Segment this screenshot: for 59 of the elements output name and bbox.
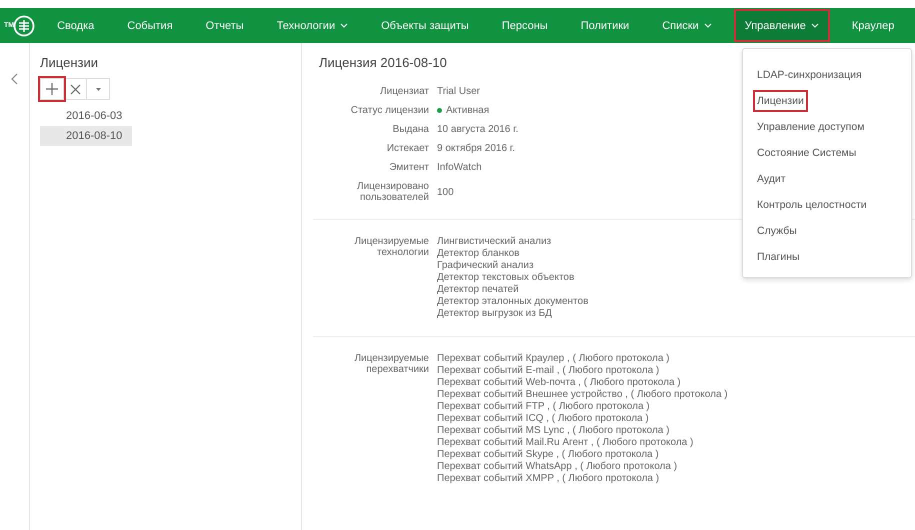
nav-item[interactable]: Технологии bbox=[266, 10, 358, 41]
list-entry: Лингвистический анализ bbox=[437, 236, 552, 248]
menu-item[interactable]: Контроль целостности bbox=[755, 196, 869, 214]
nav-item[interactable]: События bbox=[117, 10, 183, 41]
menu-item[interactable]: Плагины bbox=[755, 248, 802, 266]
list-entry: Детектор эталонных документов bbox=[437, 296, 588, 308]
nav-item[interactable]: Сводка bbox=[47, 10, 104, 41]
nav-item[interactable]: Персоны bbox=[492, 10, 558, 41]
field-value: Активная bbox=[446, 105, 490, 116]
field-label: Истекает bbox=[386, 143, 429, 154]
list-entry: Перехват событий ICQ , ( Любого протокола ) bbox=[437, 413, 649, 425]
field-label: Лицензиат bbox=[379, 86, 429, 97]
license-title: Лицензия 2016-08-10 bbox=[319, 55, 448, 70]
list-entry: Перехват событий XMPP , ( Любого протокола ) bbox=[437, 473, 660, 485]
list-entry: Перехват событий E-mail , ( Любого протокола ) bbox=[437, 365, 660, 377]
field-label: Выдана bbox=[392, 124, 429, 135]
nav-item[interactable]: Управление bbox=[734, 10, 829, 41]
list-entry: Детектор текстовых объектов bbox=[437, 272, 574, 284]
menu-item[interactable]: Управление доступом bbox=[755, 118, 866, 136]
field-value: Trial User bbox=[437, 86, 480, 97]
field-value: 100 bbox=[437, 186, 454, 198]
menu-item[interactable]: LDAP-синхронизация bbox=[755, 66, 864, 84]
field-value: 9 октября 2016 г. bbox=[437, 143, 515, 154]
nav-item[interactable]: Объекты защиты bbox=[371, 10, 479, 41]
list-entry: Перехват событий Web-почта , ( Любого протокола ) bbox=[437, 377, 681, 389]
field-value: InfoWatch bbox=[437, 162, 482, 173]
field-label: Эмитент bbox=[388, 162, 429, 173]
menu-item[interactable]: Состояние Системы bbox=[755, 144, 858, 162]
field-label: Лицензировано пользователей bbox=[356, 181, 429, 203]
list-entry: Перехват событий Краулер , ( Любого протокола ) bbox=[437, 353, 670, 365]
list-entry: Перехват событий Skype , ( Любого протокола ) bbox=[437, 449, 659, 461]
list-entry: Детектор печатей bbox=[437, 284, 519, 296]
field-value: 10 августа 2016 г. bbox=[437, 124, 518, 135]
list-item[interactable]: 2016-08-10 bbox=[40, 126, 132, 146]
list-entry: Детектор выгрузок из БД bbox=[437, 308, 552, 320]
list-entry: Перехват событий WhatsApp , ( Любого протокола ) bbox=[437, 461, 678, 473]
collapse-icon[interactable] bbox=[11, 73, 18, 85]
nav-item[interactable]: Краулер bbox=[842, 10, 904, 41]
nav-item[interactable]: Политики bbox=[570, 10, 640, 41]
list-entry: Перехват событий MS Lync , ( Любого протокола ) bbox=[437, 425, 670, 437]
menu-item[interactable]: Службы bbox=[755, 222, 799, 240]
section-label: Лицензируемые технологии bbox=[353, 236, 429, 260]
section-label: Лицензируемые перехватчики bbox=[353, 353, 429, 377]
add-button[interactable] bbox=[40, 78, 64, 100]
nav-item[interactable]: Отчеты bbox=[196, 10, 254, 41]
close-icon bbox=[70, 84, 80, 94]
list-entry: Перехват событий Mail.Ru Агент , ( Любого протокола ) bbox=[437, 437, 694, 449]
menu-item[interactable]: Аудит bbox=[755, 170, 788, 188]
plus-icon bbox=[46, 83, 58, 95]
field-label: Статус лицензии bbox=[350, 105, 429, 116]
list-item[interactable]: 2016-06-03 bbox=[40, 106, 132, 126]
list-entry: Перехват событий Внешнее устройство , ( Любого протокола ) bbox=[437, 389, 728, 401]
menu-item[interactable]: Лицензии bbox=[755, 92, 806, 110]
list-entry: Графический анализ bbox=[437, 260, 534, 272]
caret-icon bbox=[96, 88, 100, 90]
panel-title: Лицензии bbox=[40, 55, 99, 70]
nav-item[interactable]: Списки bbox=[652, 10, 722, 41]
list-entry: Перехват событий FTP , ( Любого протокола ) bbox=[437, 401, 650, 413]
list-entry: Детектор бланков bbox=[437, 248, 520, 260]
